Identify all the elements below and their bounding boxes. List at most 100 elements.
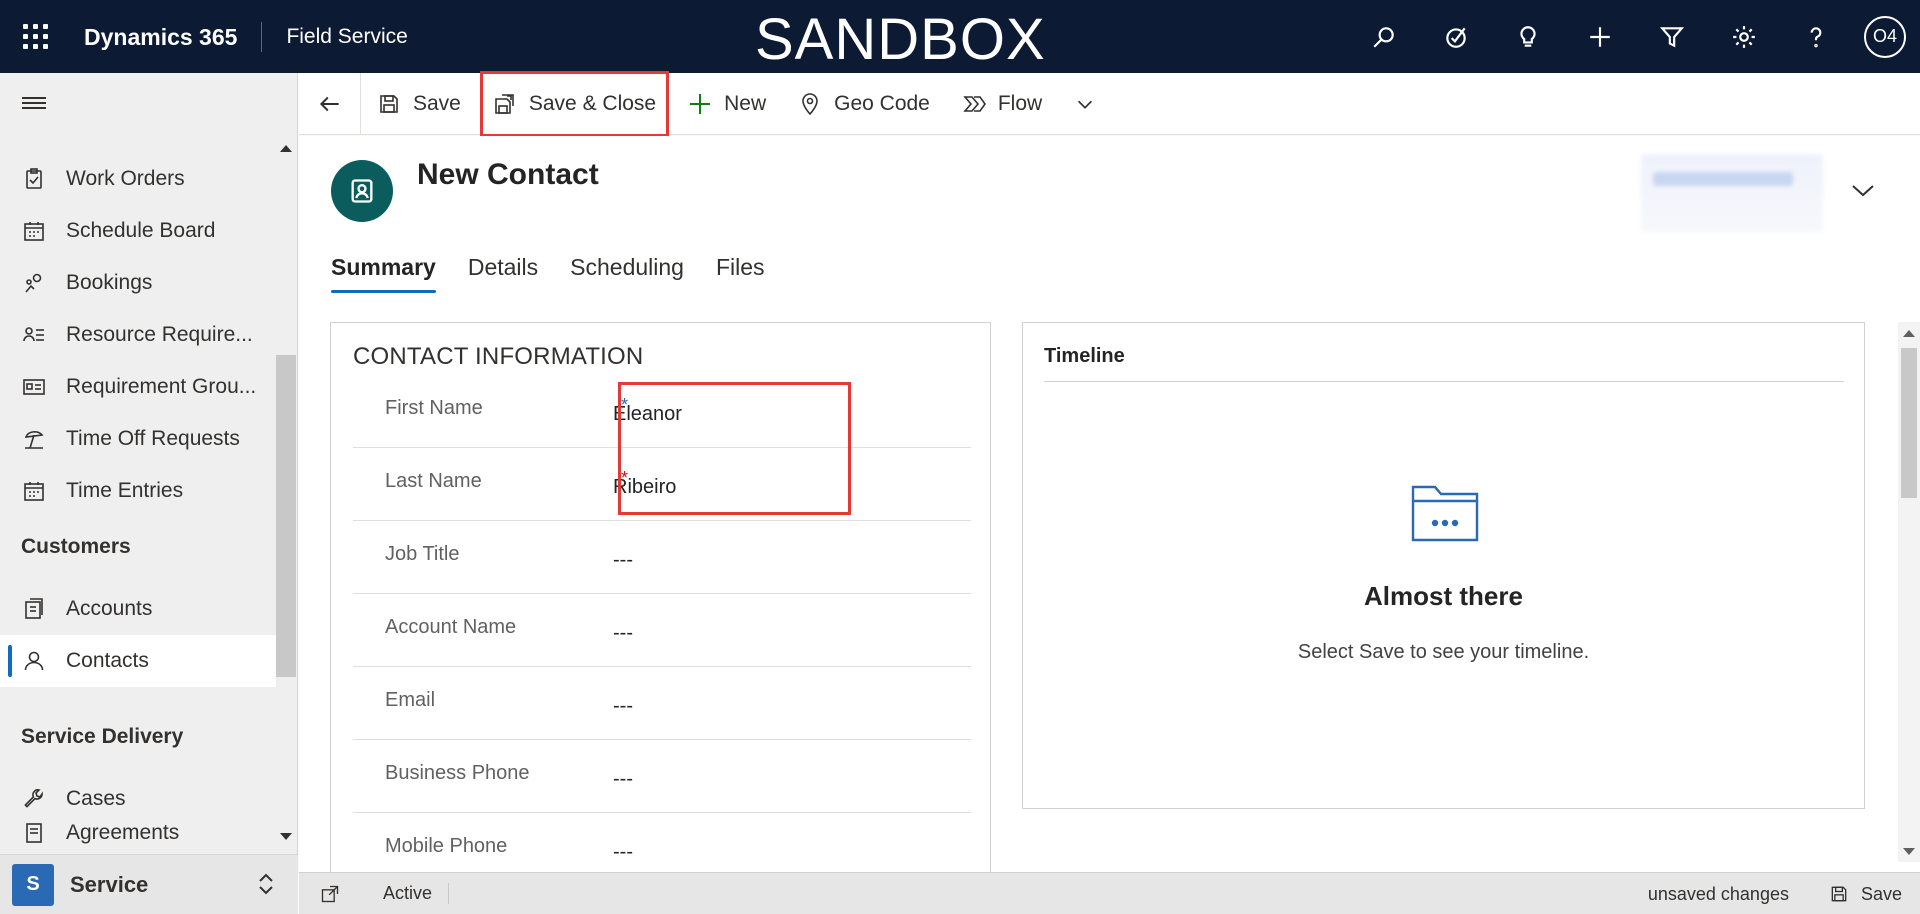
area-badge: S [12, 863, 54, 906]
sidebar-item-schedule-board[interactable]: Schedule Board [0, 205, 276, 257]
create-button[interactable] [1564, 0, 1636, 73]
scrollbar-thumb[interactable] [1901, 348, 1917, 498]
back-button[interactable] [299, 72, 361, 135]
owner-field-blurred[interactable] [1641, 154, 1823, 232]
sidebar-item-bookings[interactable]: Bookings [0, 257, 276, 309]
location-pin-icon [802, 92, 818, 115]
help-button[interactable] [1780, 0, 1852, 73]
tab-summary[interactable]: Summary [331, 254, 436, 293]
sidebar-item-label: Accounts [66, 597, 153, 620]
field-label: Mobile Phone [385, 835, 508, 857]
sidebar-item-agreements[interactable]: Agreements [0, 815, 276, 851]
people-icon [25, 273, 42, 293]
scroll-up-arrow[interactable] [1903, 330, 1915, 337]
flow-button[interactable]: Flow [946, 73, 1058, 135]
timeline-divider [1044, 381, 1844, 382]
app-launcher-button[interactable] [0, 0, 70, 73]
area-switcher[interactable]: S Service [0, 854, 298, 914]
open-in-new-window-button[interactable] [299, 884, 361, 904]
save-and-close-button[interactable]: Save & Close [477, 68, 672, 140]
header-expand-button[interactable] [1849, 180, 1877, 205]
plus-icon [690, 93, 711, 114]
sidebar-item-label: Resource Require... [66, 323, 253, 346]
scroll-down-arrow[interactable] [1903, 848, 1915, 855]
filter-button[interactable] [1636, 0, 1708, 73]
top-bar: Dynamics 365 Field Service SANDBOX O4 [0, 0, 1920, 73]
geo-code-button[interactable]: Geo Code [782, 73, 946, 135]
timeline-empty-message: Select Save to see your timeline. [1297, 641, 1590, 663]
flow-label: Flow [997, 91, 1043, 115]
flow-dropdown-button[interactable] [1058, 73, 1124, 135]
chevron-down-icon [1852, 185, 1874, 197]
building-icon [25, 598, 43, 619]
sidebar-scrollbar-thumb[interactable] [276, 355, 296, 677]
account-name-lookup[interactable]: --- [613, 622, 633, 645]
area-switch-chevron[interactable] [256, 871, 276, 902]
hamburger-menu-button[interactable] [0, 73, 297, 133]
id-card-icon [23, 379, 45, 395]
folder-icon [1411, 485, 1479, 542]
field-label: Email [385, 689, 436, 711]
sidebar-item-work-orders[interactable]: Work Orders [0, 153, 276, 205]
scroll-up-arrow[interactable] [280, 145, 292, 152]
new-label: New [724, 91, 767, 115]
save-and-close-label: Save & Close [528, 91, 657, 115]
pop-out-icon [321, 885, 339, 902]
sidebar-item-label: Time Off Requests [66, 427, 240, 450]
tab-details[interactable]: Details [468, 254, 538, 293]
mobile-phone-input[interactable]: --- [613, 841, 633, 864]
sidebar-item-time-off-requests[interactable]: Time Off Requests [0, 413, 276, 465]
ideas-button[interactable] [1492, 0, 1564, 73]
area-label: Service [70, 871, 149, 897]
waffle-icon [22, 24, 48, 49]
sidebar-item-label: Work Orders [66, 167, 185, 190]
filter-icon [1659, 26, 1685, 47]
sidebar-item-contacts[interactable]: Contacts [0, 635, 276, 687]
field-label: Last Name [385, 470, 482, 492]
form-scrollbar[interactable] [1898, 322, 1920, 862]
sidebar-item-time-entries[interactable]: Time Entries [0, 465, 276, 517]
sidebar-item-requirement-groups[interactable]: Requirement Grou... [0, 361, 276, 413]
document-icon [26, 823, 42, 843]
task-button[interactable] [1420, 0, 1492, 73]
help-icon [1810, 26, 1822, 47]
person-icon [24, 651, 44, 671]
sidebar: Work Orders Schedule Board Bookings Reso… [0, 73, 298, 914]
settings-button[interactable] [1708, 0, 1780, 73]
main-form: New Contact Summary Details Scheduling F… [299, 136, 1920, 882]
name-fields-highlight [618, 382, 851, 515]
sidebar-item-resource-requirements[interactable]: Resource Require... [0, 309, 276, 361]
scroll-down-arrow[interactable] [280, 833, 292, 840]
gear-icon [1733, 25, 1755, 48]
field-email: Email --- [353, 667, 971, 740]
email-input[interactable]: --- [613, 695, 633, 718]
clipboard-icon [26, 168, 42, 189]
section-title: CONTACT INFORMATION [353, 343, 644, 370]
form-tabs: Summary Details Scheduling Files [331, 254, 765, 293]
tab-scheduling[interactable]: Scheduling [570, 254, 684, 293]
beach-icon [24, 431, 44, 449]
arrow-left-icon [319, 96, 339, 111]
lightbulb-icon [1520, 25, 1536, 47]
timeline-empty-heading: Almost there [1364, 581, 1523, 611]
chevron-up-down-icon [259, 873, 273, 895]
business-phone-input[interactable]: --- [613, 768, 633, 791]
calendar-icon [24, 482, 44, 501]
environment-banner: SANDBOX [755, 7, 1046, 72]
statusbar-save-button[interactable]: Save [1829, 884, 1902, 905]
user-avatar[interactable]: O4 [1864, 15, 1906, 58]
app-name[interactable]: Field Service [262, 25, 407, 49]
new-button[interactable]: New [672, 73, 782, 135]
sidebar-section-customers: Customers [21, 535, 131, 558]
sidebar-section-service-delivery: Service Delivery [21, 725, 184, 748]
brand-title[interactable]: Dynamics 365 [70, 21, 263, 52]
timeline-title: Timeline [1044, 345, 1125, 367]
field-label: Job Title [385, 543, 460, 565]
save-button[interactable]: Save [361, 73, 477, 135]
sidebar-item-accounts[interactable]: Accounts [0, 583, 276, 635]
field-business-phone: Business Phone --- [353, 740, 971, 813]
search-button[interactable] [1348, 0, 1420, 73]
field-label: Account Name [385, 616, 517, 638]
job-title-input[interactable]: --- [613, 549, 633, 572]
tab-files[interactable]: Files [716, 254, 765, 293]
